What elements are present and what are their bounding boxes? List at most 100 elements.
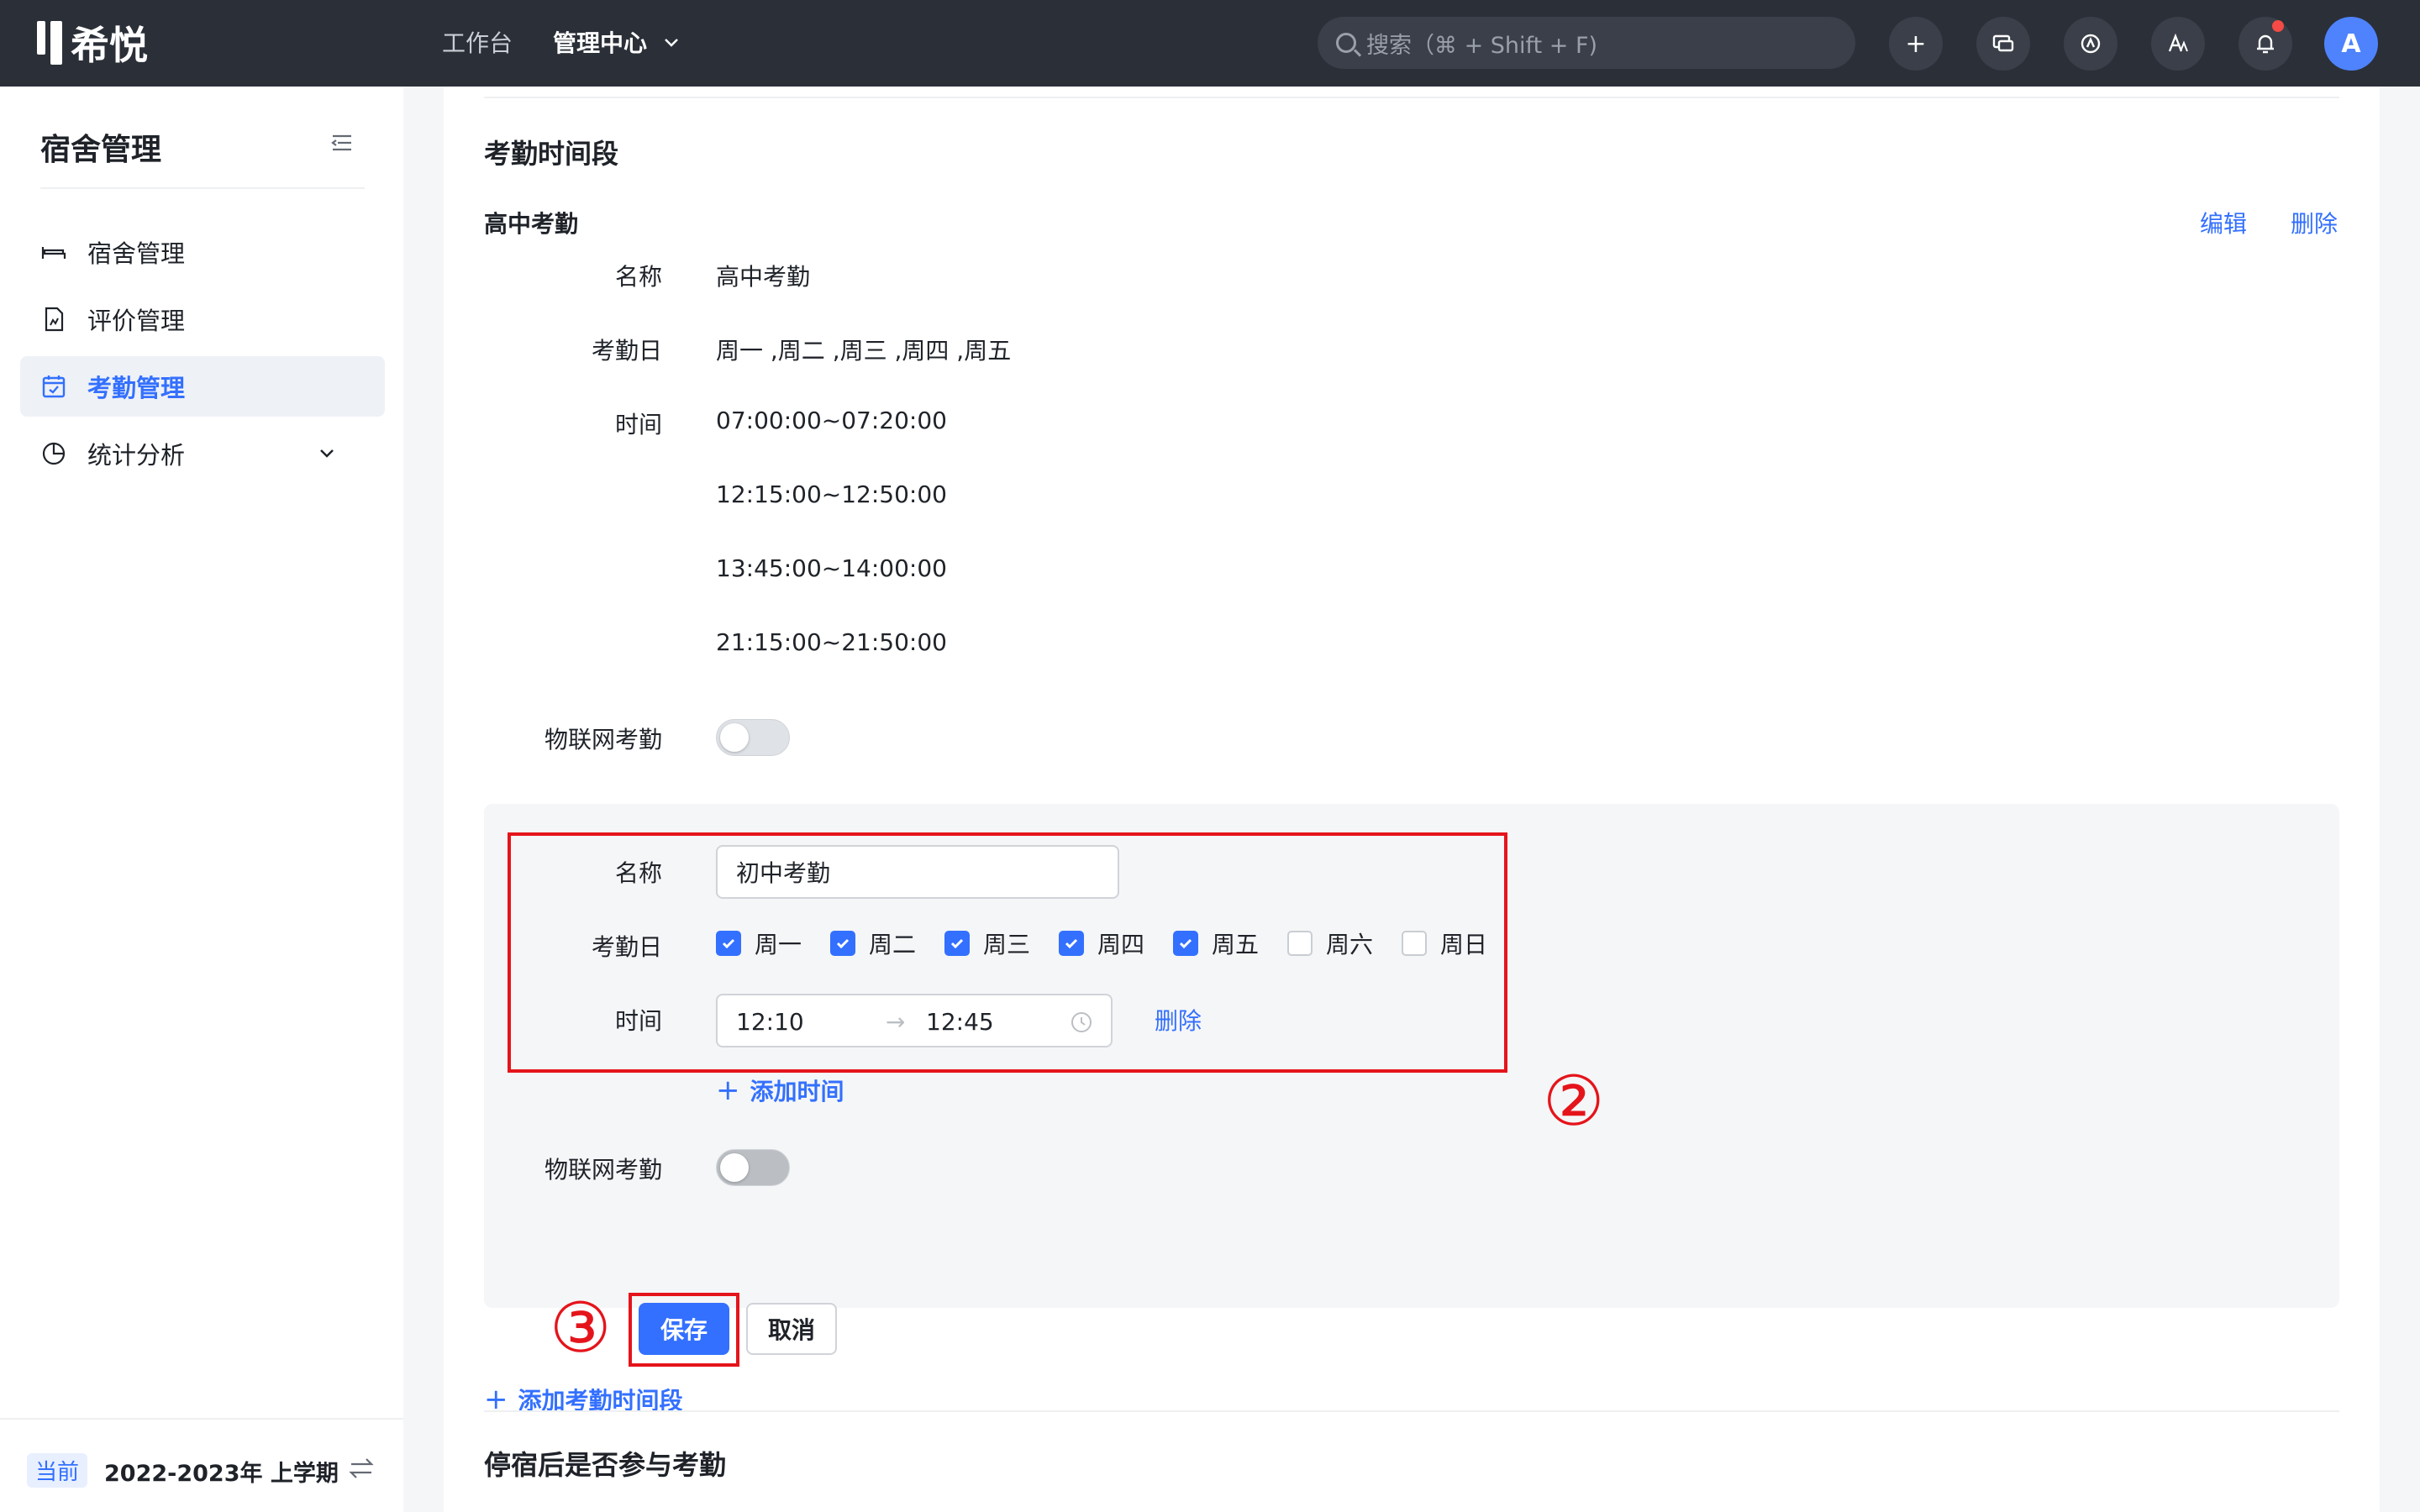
calendar-check-icon bbox=[42, 375, 66, 398]
checkbox-label: 周四 bbox=[1097, 931, 1145, 958]
chevron-down-icon bbox=[665, 39, 678, 47]
nav-admin-center[interactable]: 管理中心 bbox=[553, 25, 681, 59]
checkbox-checked-icon bbox=[1173, 931, 1198, 956]
checkbox-label: 周五 bbox=[1212, 931, 1260, 958]
time-value: 12:15:00~12:50:00 bbox=[716, 480, 947, 508]
cancel-button[interactable]: 取消 bbox=[746, 1303, 837, 1355]
swap-icon[interactable] bbox=[348, 1455, 375, 1482]
annotation-step2: ② bbox=[1543, 1062, 1605, 1142]
iot-toggle[interactable] bbox=[716, 1149, 790, 1186]
checkbox-day[interactable]: 周四 bbox=[1059, 927, 1144, 960]
plus-icon: + bbox=[716, 1074, 740, 1107]
name-input[interactable]: 初中考勤 bbox=[716, 845, 1119, 899]
bell-icon bbox=[2257, 34, 2274, 54]
iot-label: 物联网考勤 bbox=[544, 1156, 662, 1184]
logo-icon bbox=[37, 21, 62, 65]
time-label: 时间 bbox=[614, 411, 662, 438]
time-value: 21:15:00~21:50:00 bbox=[716, 628, 947, 656]
checkbox-checked-icon bbox=[716, 931, 741, 956]
checkbox-day[interactable]: 周一 bbox=[716, 927, 802, 960]
app-center-button[interactable] bbox=[2064, 17, 2118, 71]
name-input-value: 初中考勤 bbox=[736, 859, 831, 887]
delete-link[interactable]: 删除 bbox=[2291, 206, 2338, 239]
section-title: 停宿后是否参与考勤 bbox=[484, 1449, 727, 1481]
checkbox-day[interactable]: 周五 bbox=[1173, 927, 1259, 960]
checkbox-unchecked-icon bbox=[1287, 931, 1313, 956]
current-badge: 当前 bbox=[27, 1453, 88, 1488]
search-icon bbox=[1336, 33, 1356, 53]
sidebar-divider bbox=[40, 187, 365, 189]
checkbox-checked-icon bbox=[830, 931, 855, 956]
name-label: 名称 bbox=[614, 263, 662, 291]
sidebar-item-dorm[interactable]: 宿舍管理 bbox=[20, 222, 385, 282]
time-value: 07:00:00~07:20:00 bbox=[716, 407, 947, 434]
name-value: 高中考勤 bbox=[716, 263, 811, 291]
save-button[interactable]: 保存 bbox=[639, 1303, 729, 1355]
chat-icon bbox=[1992, 34, 2014, 52]
term-label: 2022-2023年 上学期 bbox=[104, 1461, 339, 1487]
checkbox-day[interactable]: 周日 bbox=[1402, 927, 1487, 960]
iot-toggle[interactable] bbox=[716, 719, 790, 756]
add-time-link[interactable]: + 添加时间 bbox=[716, 1074, 844, 1107]
checkbox-checked-icon bbox=[944, 931, 970, 956]
app-logo[interactable]: 希悦 bbox=[37, 20, 148, 68]
sidebar-item-label: 宿舍管理 bbox=[87, 239, 186, 268]
time-range-picker[interactable]: 12:10 → 12:45 bbox=[716, 994, 1113, 1047]
section-title: 考勤时间段 bbox=[484, 138, 619, 170]
add-button[interactable]: + bbox=[1889, 17, 1943, 71]
checkbox-label: 周日 bbox=[1440, 931, 1488, 958]
edit-link[interactable]: 编辑 bbox=[2200, 206, 2247, 239]
sidebar-item-label: 评价管理 bbox=[87, 307, 186, 335]
sidebar-item-label: 考勤管理 bbox=[87, 374, 186, 402]
iot-label: 物联网考勤 bbox=[544, 726, 662, 753]
language-button[interactable] bbox=[2151, 17, 2205, 71]
compass-icon bbox=[2081, 34, 2101, 54]
notifications-button[interactable] bbox=[2238, 17, 2292, 71]
search-input[interactable]: 搜索（⌘ + Shift + F) bbox=[1318, 17, 1855, 69]
plus-icon: + bbox=[484, 1383, 508, 1416]
checkbox-label: 周二 bbox=[869, 931, 917, 958]
time-value: 13:45:00~14:00:00 bbox=[716, 554, 947, 582]
days-value: 周一 ,周二 ,周三 ,周四 ,周五 bbox=[716, 337, 1012, 365]
nav-admin-center-label: 管理中心 bbox=[553, 29, 648, 57]
sidebar-title: 宿舍管理 bbox=[40, 133, 162, 167]
sidebar-item-attendance[interactable]: 考勤管理 bbox=[20, 356, 385, 417]
checkbox-label: 周六 bbox=[1326, 931, 1374, 958]
messages-button[interactable] bbox=[1976, 17, 2030, 71]
checkbox-unchecked-icon bbox=[1402, 931, 1427, 956]
checkbox-label: 周一 bbox=[755, 931, 802, 958]
arrow-right-icon: → bbox=[886, 1008, 906, 1036]
name-label: 名称 bbox=[614, 859, 662, 887]
sidebar-item-statistics[interactable]: 统计分析 bbox=[20, 423, 385, 484]
days-label: 考勤日 bbox=[591, 933, 662, 961]
avatar[interactable]: A bbox=[2324, 17, 2378, 71]
time-label: 时间 bbox=[614, 1007, 662, 1035]
divider bbox=[484, 97, 2339, 98]
nav-workbench[interactable]: 工作台 bbox=[442, 25, 513, 59]
checkbox-day[interactable]: 周二 bbox=[830, 927, 916, 960]
checkbox-day[interactable]: 周三 bbox=[944, 927, 1030, 960]
checkbox-checked-icon bbox=[1059, 931, 1084, 956]
divider bbox=[484, 1410, 2339, 1412]
time-start[interactable]: 12:10 bbox=[736, 1008, 804, 1036]
clock-icon bbox=[1071, 1012, 1092, 1032]
group-title: 高中考勤 bbox=[484, 210, 579, 238]
checkbox-day[interactable]: 周六 bbox=[1287, 927, 1373, 960]
translate-icon bbox=[2168, 33, 2188, 52]
main-content: 考勤时间段 高中考勤 编辑 删除 名称 高中考勤 考勤日 周一 ,周二 ,周三 … bbox=[444, 87, 2380, 1512]
pie-chart-icon bbox=[42, 442, 66, 465]
top-bar: 希悦 工作台 管理中心 搜索（⌘ + Shift + F) + A bbox=[0, 0, 2420, 87]
time-end[interactable]: 12:45 bbox=[926, 1008, 994, 1036]
bed-icon bbox=[41, 247, 66, 259]
sidebar: 宿舍管理 宿舍管理 评价管理 考勤管理 统计分析 当前 2022-2023年 上… bbox=[0, 87, 403, 1512]
collapse-sidebar-icon[interactable] bbox=[331, 134, 353, 152]
sidebar-item-label: 统计分析 bbox=[87, 441, 186, 470]
checkbox-label: 周三 bbox=[983, 931, 1031, 958]
delete-time-link[interactable]: 删除 bbox=[1155, 1003, 1202, 1037]
document-chart-icon bbox=[45, 307, 64, 332]
search-placeholder: 搜索（⌘ + Shift + F) bbox=[1366, 32, 1598, 59]
term-selector[interactable]: 当前 2022-2023年 上学期 bbox=[0, 1418, 403, 1512]
days-label: 考勤日 bbox=[591, 337, 662, 365]
sidebar-item-evaluation[interactable]: 评价管理 bbox=[20, 289, 385, 349]
notification-dot bbox=[2272, 20, 2284, 32]
